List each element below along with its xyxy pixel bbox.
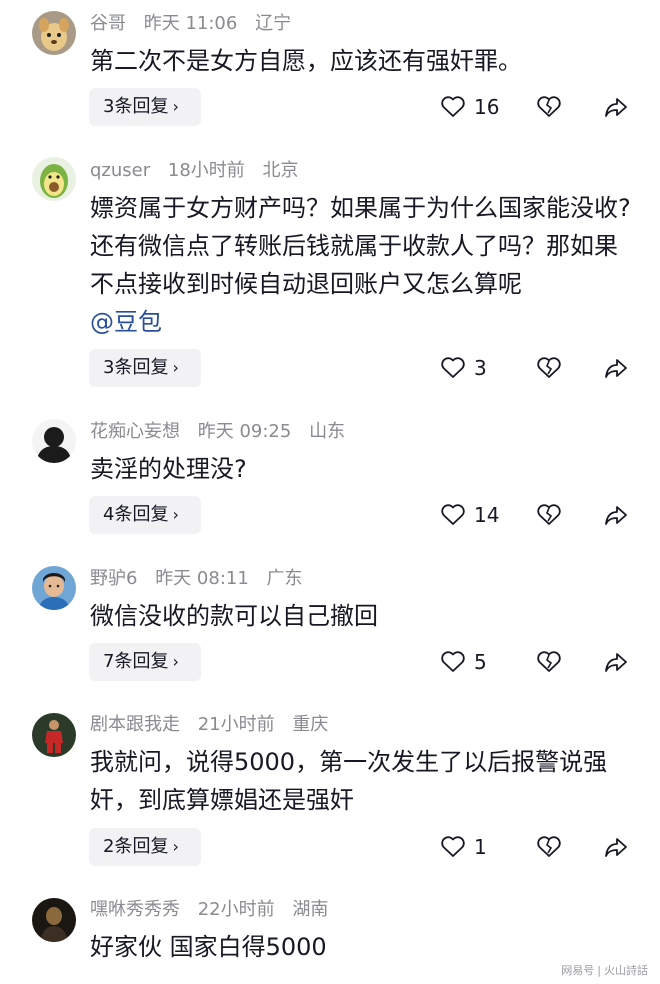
view-replies-button[interactable]: 3条回复 › bbox=[89, 88, 201, 126]
avatar[interactable] bbox=[32, 11, 76, 55]
comment-location: 辽宁 bbox=[255, 13, 292, 34]
share-arrow-icon[interactable] bbox=[603, 503, 629, 527]
comment-location: 北京 bbox=[262, 160, 299, 181]
watermark-source: 网易号 bbox=[561, 964, 595, 977]
author-name[interactable]: 嘿咻秀秀秀 bbox=[90, 899, 180, 920]
comment-meta: 花痴心妄想 昨天 09:25 山东 bbox=[90, 420, 357, 444]
comment-time: 昨天 11:06 bbox=[143, 13, 238, 34]
share-arrow-icon[interactable] bbox=[603, 650, 629, 674]
comment-time: 昨天 09:25 bbox=[197, 421, 292, 442]
replies-label: 3条回复 bbox=[103, 96, 169, 117]
avatar[interactable] bbox=[32, 566, 76, 610]
chevron-right-icon: › bbox=[172, 358, 179, 377]
replies-label: 3条回复 bbox=[103, 357, 169, 378]
author-name[interactable]: qzuser bbox=[90, 160, 150, 181]
watermark-author: 火山詩話 bbox=[604, 964, 648, 977]
comment-time: 22小时前 bbox=[197, 899, 275, 920]
heart-icon bbox=[441, 651, 465, 672]
like-count: 5 bbox=[474, 650, 487, 674]
comment-location: 湖南 bbox=[292, 899, 329, 920]
comment-text: 我就问，说得5000，第一次发生了以后报警说强奸，到底算嫖娼还是强奸 bbox=[90, 748, 608, 814]
heart-icon bbox=[441, 836, 465, 857]
comment-meta: 剧本跟我走 21小时前 重庆 bbox=[90, 713, 340, 737]
dislike-broken-heart-icon[interactable] bbox=[536, 503, 562, 527]
like-button[interactable]: 16 bbox=[440, 92, 499, 122]
like-button[interactable]: 14 bbox=[440, 500, 499, 530]
comment-location: 重庆 bbox=[292, 714, 329, 735]
like-count: 3 bbox=[474, 356, 487, 380]
chevron-right-icon: › bbox=[172, 505, 179, 524]
comment-text: 嫖资属于女方财产吗？如果属于为什么国家能没收?还有微信点了转账后钱就属于收款人了… bbox=[90, 189, 635, 341]
comment-meta: 野驴6 昨天 08:11 广东 bbox=[90, 567, 315, 591]
comment-location: 广东 bbox=[266, 568, 303, 589]
view-replies-button[interactable]: 2条回复 › bbox=[89, 828, 201, 866]
mention-link[interactable]: @豆包 bbox=[90, 308, 162, 336]
like-count: 14 bbox=[474, 503, 500, 527]
dark-figure-avatar-icon bbox=[32, 898, 76, 942]
soccer-player-avatar-icon bbox=[32, 713, 76, 757]
avatar[interactable] bbox=[32, 157, 76, 201]
view-replies-button[interactable]: 3条回复 › bbox=[89, 349, 201, 387]
chevron-right-icon: › bbox=[172, 837, 179, 856]
view-replies-button[interactable]: 7条回复 › bbox=[89, 643, 201, 681]
share-arrow-icon[interactable] bbox=[603, 95, 629, 119]
avatar[interactable] bbox=[32, 713, 76, 757]
comment-meta: 嘿咻秀秀秀 22小时前 湖南 bbox=[90, 898, 340, 922]
dislike-broken-heart-icon[interactable] bbox=[536, 95, 562, 119]
author-name[interactable]: 谷哥 bbox=[90, 13, 126, 34]
author-name[interactable]: 剧本跟我走 bbox=[90, 714, 180, 735]
comment-time: 21小时前 bbox=[197, 714, 275, 735]
like-count: 1 bbox=[474, 835, 487, 859]
replies-label: 2条回复 bbox=[103, 836, 169, 857]
author-name[interactable]: 花痴心妄想 bbox=[90, 421, 180, 442]
watermark: 网易号 | 火山詩話 bbox=[561, 962, 648, 978]
dislike-broken-heart-icon[interactable] bbox=[536, 835, 562, 859]
like-button[interactable]: 1 bbox=[440, 832, 487, 862]
comment-meta: qzuser 18小时前 北京 bbox=[90, 159, 311, 183]
chevron-right-icon: › bbox=[172, 652, 179, 671]
comment-text: 第二次不是女方自愿，应该还有强奸罪。 bbox=[90, 47, 522, 75]
replies-label: 4条回复 bbox=[103, 504, 169, 525]
comment-text: 微信没收的款可以自己撤回 bbox=[90, 602, 378, 630]
like-count: 16 bbox=[474, 95, 500, 119]
comment-time: 昨天 08:11 bbox=[155, 568, 249, 589]
comment-location: 山东 bbox=[309, 421, 346, 442]
share-arrow-icon[interactable] bbox=[603, 356, 629, 380]
avatar[interactable] bbox=[32, 419, 76, 463]
comment-body: 嫖资属于女方财产吗？如果属于为什么国家能没收?还有微信点了转账后钱就属于收款人了… bbox=[90, 194, 631, 298]
comment-text: 好家伙 国家白得5000 bbox=[90, 933, 327, 961]
heart-icon bbox=[441, 96, 465, 117]
comment-meta: 谷哥 昨天 11:06 辽宁 bbox=[90, 12, 303, 36]
author-name[interactable]: 野驴6 bbox=[90, 568, 137, 589]
comment-text: 卖淫的处理没? bbox=[90, 455, 247, 483]
comment-time: 18小时前 bbox=[167, 160, 245, 181]
silhouette-avatar-icon bbox=[32, 419, 76, 463]
dog-avatar-icon bbox=[32, 11, 76, 55]
share-arrow-icon[interactable] bbox=[603, 835, 629, 859]
boy-avatar-icon bbox=[32, 566, 76, 610]
avatar[interactable] bbox=[32, 898, 76, 942]
view-replies-button[interactable]: 4条回复 › bbox=[89, 496, 201, 534]
avocado-avatar-icon bbox=[32, 157, 76, 201]
like-button[interactable]: 3 bbox=[440, 353, 487, 383]
dislike-broken-heart-icon[interactable] bbox=[536, 650, 562, 674]
watermark-separator: | bbox=[597, 964, 601, 977]
like-button[interactable]: 5 bbox=[440, 647, 487, 677]
heart-icon bbox=[441, 357, 465, 378]
replies-label: 7条回复 bbox=[103, 651, 169, 672]
heart-icon bbox=[441, 504, 465, 525]
chevron-right-icon: › bbox=[172, 97, 179, 116]
dislike-broken-heart-icon[interactable] bbox=[536, 356, 562, 380]
